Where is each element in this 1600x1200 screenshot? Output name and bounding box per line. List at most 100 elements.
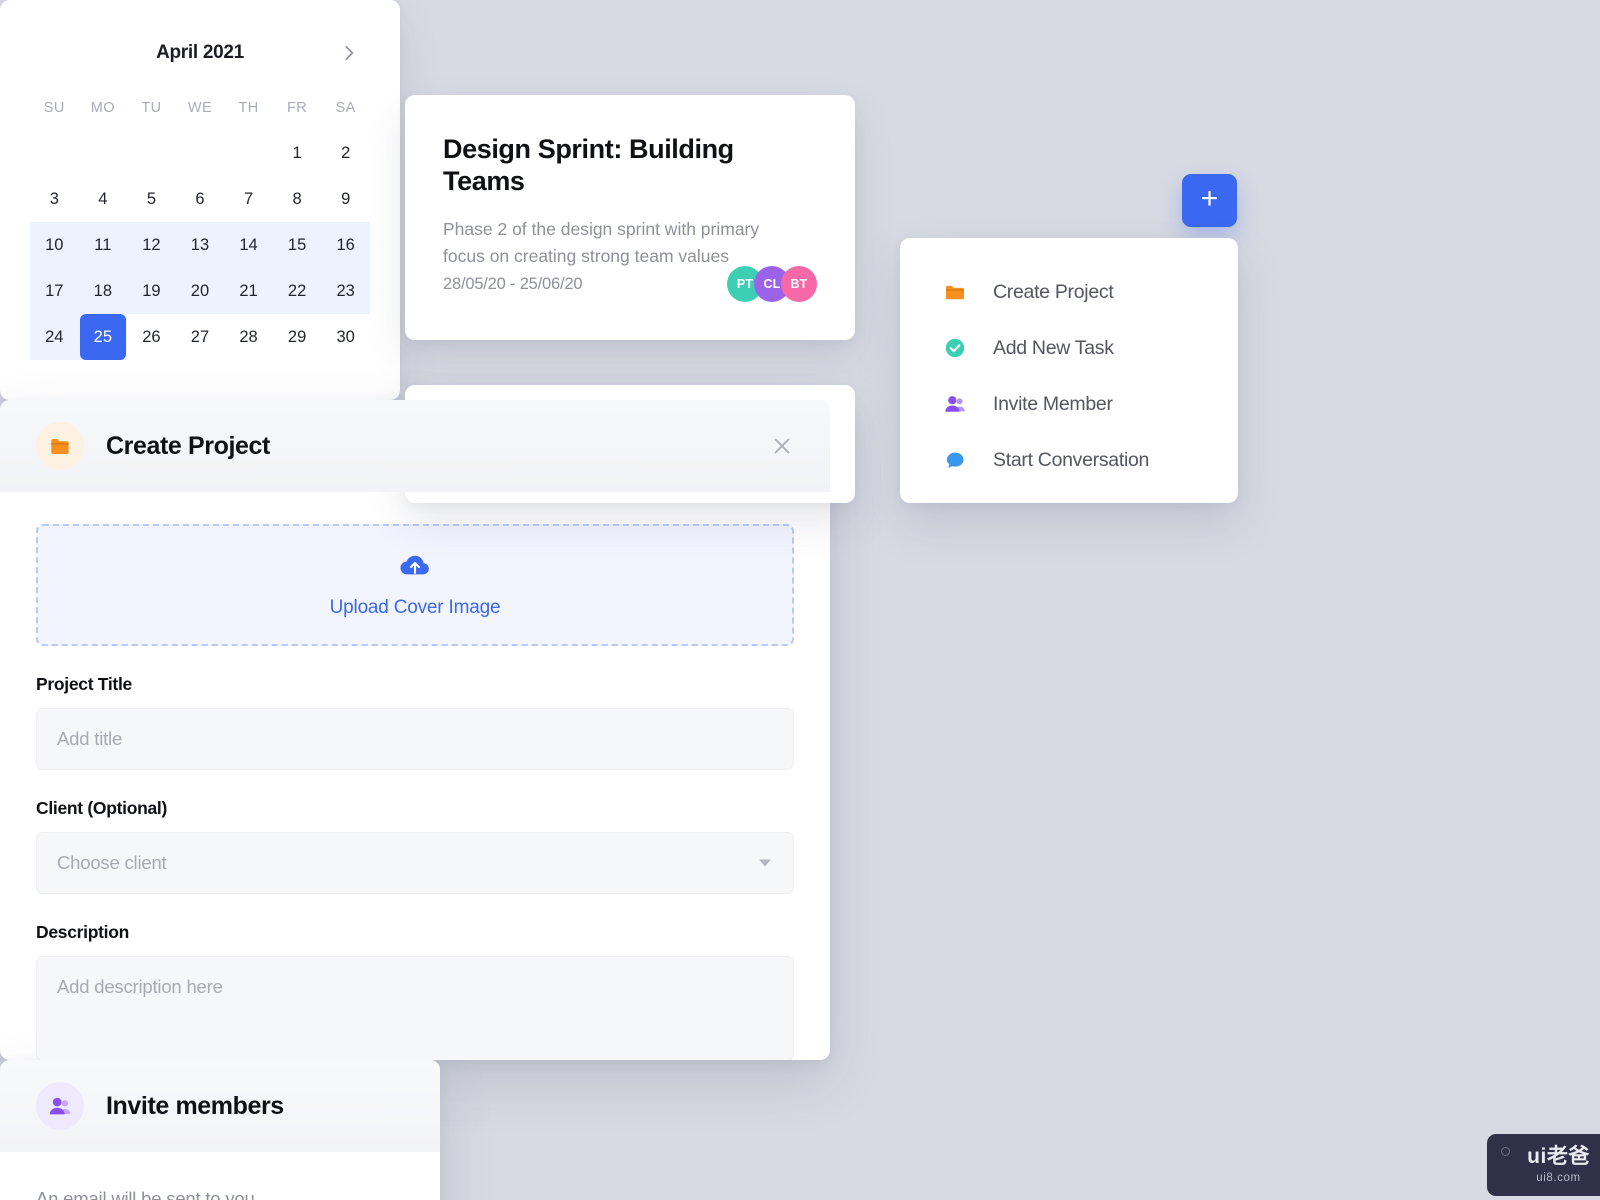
calendar-day[interactable]: 17 (30, 268, 79, 314)
calendar-weekday: TH (238, 100, 259, 116)
modal-title: Create Project (106, 431, 270, 460)
calendar-day[interactable]: 19 (127, 268, 176, 314)
field-label: Description (36, 922, 129, 942)
close-icon[interactable] (766, 430, 798, 462)
calendar-day[interactable]: 13 (175, 222, 225, 268)
project-card[interactable]: Design Sprint: Building Teams Phase 2 of… (405, 95, 855, 340)
calendar-day[interactable]: 24 (30, 314, 79, 360)
calendar-card: April 2021 SU MO TU WE TH FR SA 1 2 3 4 … (0, 0, 400, 400)
calendar-day[interactable]: 22 (272, 268, 322, 314)
calendar-day[interactable]: 26 (127, 314, 176, 360)
watermark-main-text: ui老爸 (1527, 1145, 1590, 1168)
calendar-month-label: April 2021 (156, 42, 244, 63)
menu-item-add-new-task[interactable]: Add New Task (900, 320, 1238, 376)
calendar-weekday: SA (335, 100, 356, 116)
description-field: Description Add description here (36, 922, 794, 1060)
calendar-day[interactable]: 2 (321, 130, 370, 176)
chevron-down-icon (759, 859, 771, 867)
calendar-day[interactable]: 27 (176, 314, 225, 360)
add-button[interactable]: + (1182, 174, 1237, 227)
folder-icon (36, 422, 84, 470)
modal-header: Create Project (0, 400, 830, 492)
project-member-avatars[interactable]: PT CL BT (727, 266, 817, 302)
project-title-field: Project Title Add title (36, 674, 794, 770)
calendar-day[interactable]: 9 (321, 176, 370, 222)
calendar-day[interactable]: 16 (321, 222, 370, 268)
calendar-header: April 2021 (30, 36, 370, 70)
calendar-day[interactable]: 1 (273, 130, 322, 176)
invite-panel-header: Invite members (0, 1060, 440, 1152)
watermark: ui老爸 ui8.com (1487, 1134, 1600, 1196)
invite-note: An email will be sent to you (36, 1188, 255, 1200)
calendar-day[interactable]: 6 (176, 176, 225, 222)
menu-item-label: Start Conversation (993, 448, 1150, 471)
calendar-day[interactable]: 15 (272, 222, 322, 268)
client-field: Client (Optional) Choose client (36, 798, 794, 894)
menu-item-label: Add New Task (993, 336, 1114, 359)
calendar-day[interactable]: 21 (224, 268, 273, 314)
calendar-day[interactable]: 12 (127, 222, 176, 268)
calendar-weekday: TU (141, 100, 162, 116)
menu-item-invite-member[interactable]: Invite Member (900, 376, 1238, 432)
calendar-day[interactable]: 23 (321, 268, 370, 314)
menu-item-start-conversation[interactable]: Start Conversation (900, 432, 1238, 488)
chat-bubble-icon (942, 447, 968, 473)
calendar-weekday: WE (187, 100, 213, 116)
calendar-weekday: SU (43, 100, 65, 116)
calendar-day-empty (79, 130, 128, 176)
menu-item-label: Create Project (993, 280, 1114, 303)
calendar-grid: SU MO TU WE TH FR SA 1 2 3 4 5 6 7 8 9 1… (30, 86, 370, 360)
calendar-day[interactable]: 5 (127, 176, 176, 222)
calendar-day-selected[interactable]: 25 (78, 314, 128, 360)
calendar-day[interactable]: 18 (78, 268, 128, 314)
calendar-day[interactable]: 28 (224, 314, 273, 360)
invite-members-panel: Invite members An email will be sent to … (0, 1060, 440, 1200)
check-circle-icon (942, 335, 968, 361)
project-title-input[interactable]: Add title (36, 708, 794, 770)
calendar-week-row: 17 18 19 20 21 22 23 (30, 268, 370, 314)
app-canvas: Design Sprint: Building Teams Phase 2 of… (0, 0, 1600, 1200)
project-card-dates: 28/05/20 - 25/06/20 (443, 274, 583, 293)
menu-item-label: Invite Member (993, 392, 1113, 415)
calendar-day[interactable]: 14 (224, 222, 273, 268)
calendar-day[interactable]: 30 (321, 314, 370, 360)
folder-icon (942, 279, 968, 305)
people-icon (36, 1082, 84, 1130)
chevron-right-icon[interactable] (336, 40, 362, 66)
project-card-title: Design Sprint: Building Teams (443, 134, 734, 197)
watermark-hole-icon (1501, 1147, 1510, 1156)
calendar-day-empty (30, 130, 79, 176)
calendar-week-row: 1 2 (30, 130, 370, 176)
calendar-day[interactable]: 29 (273, 314, 322, 360)
calendar-day-empty (176, 130, 225, 176)
calendar-week-row: 24 25 26 27 28 29 30 (30, 314, 370, 360)
calendar-day-empty (127, 130, 176, 176)
project-card-description: Phase 2 of the design sprint with primar… (443, 218, 760, 266)
calendar-day[interactable]: 10 (30, 222, 79, 268)
cover-image-dropzone[interactable]: Upload Cover Image (36, 524, 794, 646)
field-label: Project Title (36, 674, 132, 694)
dropzone-label: Upload Cover Image (329, 597, 501, 618)
project-card-footer: 28/05/20 - 25/06/20 PT CL BT (443, 266, 817, 302)
modal-body: Upload Cover Image Project Title Add tit… (0, 492, 830, 1060)
client-select[interactable]: Choose client (36, 832, 794, 894)
client-select-value: Choose client (57, 852, 167, 873)
calendar-day[interactable]: 20 (175, 268, 225, 314)
calendar-day[interactable]: 4 (79, 176, 128, 222)
avatar[interactable]: BT (781, 266, 817, 302)
calendar-week-row: 10 11 12 13 14 15 16 (30, 222, 370, 268)
calendar-day[interactable]: 11 (78, 222, 128, 268)
action-menu: Create Project Add New Task Invite Membe… (900, 238, 1238, 503)
calendar-weekday-row: SU MO TU WE TH FR SA (30, 86, 370, 130)
calendar-weekday: MO (90, 100, 115, 116)
people-icon (942, 391, 968, 417)
invite-panel-title: Invite members (106, 1091, 284, 1120)
menu-item-create-project[interactable]: Create Project (900, 264, 1238, 320)
field-label: Client (Optional) (36, 798, 167, 818)
calendar-day[interactable]: 8 (273, 176, 322, 222)
calendar-day-empty (224, 130, 273, 176)
calendar-day[interactable]: 7 (224, 176, 273, 222)
calendar-day[interactable]: 3 (30, 176, 79, 222)
calendar-week-row: 3 4 5 6 7 8 9 (30, 176, 370, 222)
description-input[interactable]: Add description here (36, 956, 794, 1060)
